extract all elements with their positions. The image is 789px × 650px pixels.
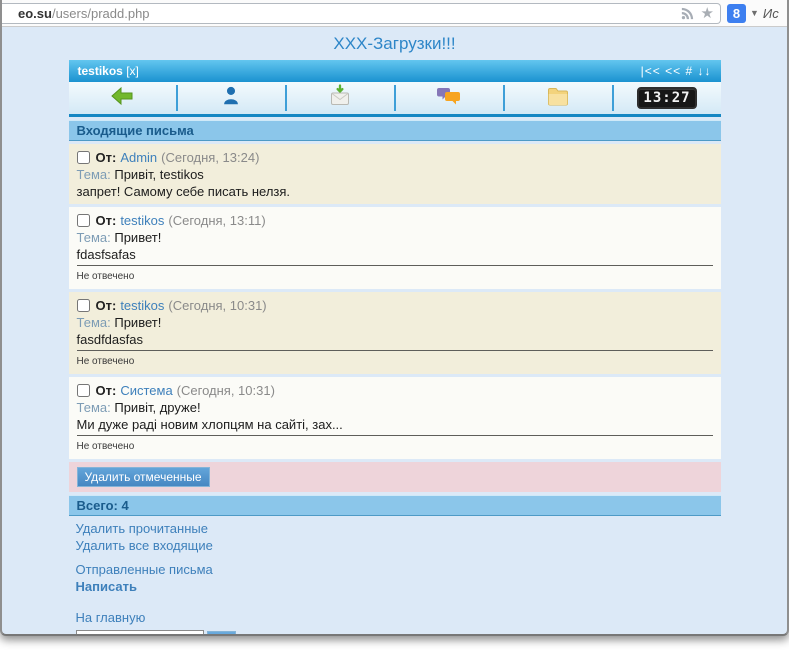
message-subject: Привет! [114, 230, 162, 245]
message-item: От: testikos (Сегодня, 13:11) Тема: Прив… [68, 207, 721, 289]
content-column: testikos [x] |<< << # ↓↓ 13:27 Входящие … [68, 60, 721, 634]
message-body: fdasfsafas [76, 246, 713, 266]
message-sender-link[interactable]: Система [120, 382, 172, 399]
clock-cell: 13:27 [614, 82, 721, 114]
digital-clock: 13:27 [637, 87, 697, 109]
subject-label: Тема: [76, 400, 111, 415]
message-item: От: Admin (Сегодня, 13:24) Тема: Привіт,… [68, 144, 721, 204]
url-host: eo.su [18, 5, 52, 21]
top-header-bar: testikos [x] |<< << # ↓↓ [68, 60, 721, 82]
browser-addressbar: eo.su/users/pradd.php ★ 8 ▼ Ис [2, 0, 787, 27]
browser-extension-area: 8 ▼ Ис [721, 3, 783, 23]
subject-label: Тема: [76, 230, 111, 245]
message-checkbox[interactable] [76, 151, 90, 164]
from-label: От: [95, 383, 117, 398]
folder-icon [546, 85, 570, 112]
search-engine-badge[interactable]: 8 [727, 3, 746, 23]
chat-button[interactable] [396, 82, 503, 114]
from-label: От: [95, 150, 117, 165]
subject-label: Тема: [76, 167, 111, 182]
message-date: (Сегодня, 13:24) [161, 150, 260, 165]
logout-link[interactable]: [x] [126, 64, 139, 78]
browser-window: eo.su/users/pradd.php ★ 8 ▼ Ис XXX-Загру… [0, 0, 789, 636]
subject-label: Тема: [76, 315, 111, 330]
message-checkbox[interactable] [76, 384, 90, 397]
back-arrow-icon [110, 85, 134, 112]
mail-download-icon [328, 83, 352, 113]
delete-selected-button[interactable]: Удалить отмеченные [76, 467, 210, 487]
delete-read-link[interactable]: Удалить прочитанные [76, 520, 714, 537]
home-link[interactable]: На главную [76, 609, 714, 626]
username: testikos [77, 64, 123, 78]
message-date: (Сегодня, 13:11) [168, 213, 266, 228]
chevron-down-icon[interactable]: ▼ [750, 8, 759, 18]
rss-icon[interactable] [680, 6, 695, 21]
from-label: От: [95, 298, 117, 313]
compose-link[interactable]: Написать [76, 578, 714, 595]
action-links: Удалить прочитанные Удалить все входящие… [69, 516, 721, 634]
user-icon [220, 85, 242, 112]
message-body: fasdfdasfas [76, 331, 713, 351]
delete-all-link[interactable]: Удалить все входящие [76, 537, 714, 554]
from-label: От: [95, 213, 117, 228]
inbox-button[interactable] [287, 82, 394, 114]
page-title: XXX-Загрузки!!! [333, 34, 456, 53]
inbox-section-header: Входящие письма [68, 120, 721, 141]
back-button[interactable] [69, 82, 176, 114]
message-date: (Сегодня, 10:31) [168, 298, 267, 313]
message-item: От: testikos (Сегодня, 10:31) Тема: Прив… [68, 292, 721, 374]
quick-nav-form: Быстрый переход Go! [75, 630, 714, 634]
message-sender-link[interactable]: testikos [120, 297, 164, 314]
message-subject: Привіт, testikos [114, 167, 204, 182]
message-date: (Сегодня, 10:31) [176, 383, 275, 398]
url-field[interactable]: eo.su/users/pradd.php ★ [2, 2, 721, 24]
message-checkbox[interactable] [76, 214, 90, 227]
message-body: запрет! Самому себе писать нелзя. [76, 184, 291, 199]
chat-bubbles-icon [436, 85, 462, 112]
message-item: От: Система (Сегодня, 10:31) Тема: Приві… [68, 377, 721, 459]
message-status: Не отвечено [76, 441, 135, 452]
username-label: testikos [x] [78, 64, 139, 78]
go-button[interactable]: Go! [206, 631, 236, 634]
delete-selected-bar: Удалить отмеченные [68, 462, 721, 492]
message-status: Не отвечено [76, 271, 135, 282]
icon-toolbar: 13:27 [68, 82, 721, 117]
sent-messages-link[interactable]: Отправленные письма [76, 561, 714, 578]
message-body: Ми дуже раді новим хлопцям на сайті, зах… [76, 416, 713, 436]
quick-nav-select[interactable]: Быстрый переход [75, 630, 204, 634]
menu-text: Ис [762, 5, 779, 21]
profile-button[interactable] [178, 82, 285, 114]
header-pagination-links[interactable]: |<< << # ↓↓ [641, 64, 712, 78]
files-button[interactable] [505, 82, 612, 114]
message-subject: Привіт, друже! [114, 400, 201, 415]
message-sender-link[interactable]: Admin [120, 149, 157, 166]
message-checkbox[interactable] [76, 299, 90, 312]
total-section-header: Всего: 4 [68, 495, 721, 516]
message-subject: Привет! [114, 315, 162, 330]
bookmark-star-icon[interactable]: ★ [701, 6, 714, 21]
page-viewport: XXX-Загрузки!!! testikos [x] |<< << # ↓↓ [2, 27, 787, 634]
message-sender-link[interactable]: testikos [120, 212, 164, 229]
url-path: /users/pradd.php [51, 5, 150, 21]
message-status: Не отвечено [76, 356, 135, 367]
